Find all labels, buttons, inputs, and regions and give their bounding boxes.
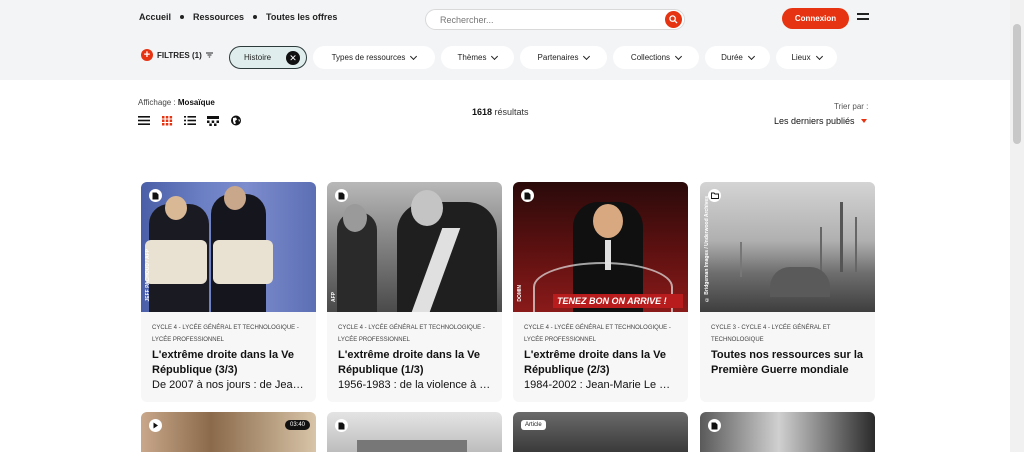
affichage-value: Mosaïque [177,98,215,107]
view-mode-label: Affichage : Mosaïque [138,98,215,107]
active-filter-chip-histoire[interactable]: Histoire ✕ [229,46,307,69]
document-icon [708,419,721,432]
sort-label: Trier par : [834,102,869,111]
resource-card[interactable]: AFP CYCLE 4 - LYCÉE GÉNÉRAL ET TECHNOLOG… [327,182,502,402]
resource-card[interactable]: TENEZ BON ON ARRIVE ! DOMIN CYCLE 4 - LY… [513,182,688,402]
view-switcher [138,115,242,126]
dropdown-label: Collections [630,53,671,62]
chevron-down-icon [410,52,418,60]
dropdown-label: Types de ressources [331,53,406,62]
resource-card[interactable]: 03:40 [141,412,316,452]
photo-credit: AFP [331,292,337,302]
scrollbar-thumb[interactable] [1013,24,1021,144]
dropdown-lieux[interactable]: Lieux [776,46,837,69]
card-thumbnail: TENEZ BON ON ARRIVE ! DOMIN [513,182,688,312]
chevron-down-icon [675,52,683,60]
filter-lines-icon [205,52,213,58]
dropdown-label: Lieux [791,53,811,62]
photo-credit: JEFF PACHOUD / AFP [145,249,151,302]
card-subtitle: De 2007 à nos jours : de Jean-... [152,379,312,391]
dropdown-partenaires[interactable]: Partenaires [520,46,607,69]
resource-card[interactable] [327,412,502,452]
timeline-view-icon[interactable] [207,115,219,126]
dropdown-label: Thèmes [457,53,487,62]
sort-dropdown[interactable]: Les derniers publiés [774,116,867,126]
chevron-down-icon [815,52,823,60]
resource-card[interactable]: Article [513,412,688,452]
nav-link-offres[interactable]: Toutes les offres [266,12,337,22]
chevron-down-icon [583,52,591,60]
dropdown-duree[interactable]: Durée [705,46,770,69]
card-title[interactable]: L'extrême droite dans la Ve République (… [327,346,502,378]
document-icon [521,189,534,202]
dropdown-collections[interactable]: Collections [613,46,699,69]
sort-value: Les derniers publiés [774,116,855,126]
photo-credit: DOMIN [517,285,523,302]
plus-icon: + [141,49,153,61]
card-level: CYCLE 4 - LYCÉE GÉNÉRAL ET TECHNOLOGIQUE… [524,325,671,343]
affichage-label: Affichage : [138,98,176,107]
chip-label: Histoire [244,53,272,62]
close-icon[interactable]: ✕ [286,51,300,65]
caret-down-icon [860,119,867,123]
nav-link-accueil[interactable]: Accueil [139,12,171,22]
card-title[interactable]: Toutes nos ressources sur la Première Gu… [700,346,875,378]
globe-map-icon[interactable] [230,115,242,126]
chevron-down-icon [491,52,499,60]
card-subtitle: 1956-1983 : de la violence à la... [338,379,498,391]
resource-card[interactable] [700,412,875,452]
dropdown-themes[interactable]: Thèmes [441,46,514,69]
nav-link-ressources[interactable]: Ressources [193,12,244,22]
document-icon [149,189,162,202]
dropdown-label: Partenaires [537,53,579,62]
resource-card[interactable]: JEFF PACHOUD / AFP CYCLE 4 - LYCÉE GÉNÉR… [141,182,316,402]
results-number: 1618 [472,107,493,117]
card-title[interactable]: L'extrême droite dans la Ve République (… [513,346,688,378]
document-icon [335,189,348,202]
card-title[interactable]: L'extrême droite dans la Ve République (… [141,346,316,378]
card-subtitle: 1984-2002 : Jean-Marie Le Pe... [524,379,682,391]
search-box [425,9,685,30]
nav-separator [253,15,258,19]
chevron-down-icon [747,52,755,60]
hamburger-menu-icon[interactable] [857,13,869,23]
results-count: 1618 résultats [472,107,529,117]
list-view-icon[interactable] [138,115,150,126]
resource-card[interactable]: © Bridgeman Images / Underwood Archives … [700,182,875,402]
detailed-list-icon[interactable] [184,115,196,126]
article-tag: Article [521,420,546,430]
results-label: résultats [494,107,529,117]
header-bar: Accueil Ressources Toutes les offres Con… [0,0,1010,80]
card-level: CYCLE 4 - LYCÉE GÉNÉRAL ET TECHNOLOGIQUE… [152,325,299,343]
card-level: CYCLE 4 - LYCÉE GÉNÉRAL ET TECHNOLOGIQUE… [338,325,485,343]
card-level: CYCLE 3 - CYCLE 4 - LYCÉE GÉNÉRAL ET TEC… [711,325,831,343]
filters-toggle[interactable]: + FILTRES (1) [141,49,213,61]
dropdown-types-de-ressources[interactable]: Types de ressources [313,46,435,69]
play-icon [149,419,162,432]
search-input[interactable] [426,10,646,30]
search-button[interactable] [665,11,682,28]
filters-label: FILTRES (1) [157,50,202,60]
mosaic-view-icon[interactable] [161,115,173,126]
search-icon [669,15,678,24]
breadcrumb: Accueil Ressources Toutes les offres [139,12,337,22]
card-thumbnail: © Bridgeman Images / Underwood Archives [700,182,875,312]
card-thumbnail: AFP [327,182,502,312]
login-button[interactable]: Connexion [782,8,849,29]
dropdown-label: Durée [721,53,743,62]
nav-separator [180,15,185,19]
page-scrollbar[interactable] [1010,0,1024,452]
photo-credit: © Bridgeman Images / Underwood Archives [704,195,710,302]
video-duration: 03:40 [284,420,310,430]
document-icon [335,419,348,432]
card-thumbnail: JEFF PACHOUD / AFP [141,182,316,312]
